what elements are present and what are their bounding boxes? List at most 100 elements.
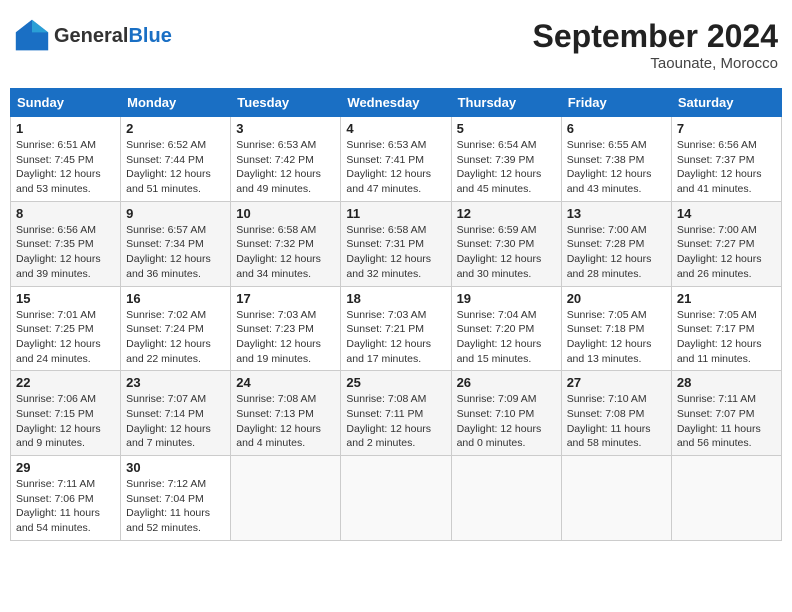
day-info: Sunrise: 6:58 AM Sunset: 7:31 PM Dayligh… (346, 223, 445, 282)
day-number: 6 (567, 121, 666, 136)
day-number: 23 (126, 375, 225, 390)
table-row: 4Sunrise: 6:53 AM Sunset: 7:41 PM Daylig… (341, 117, 451, 202)
table-row: 5 Sunrise: 6:54 AM Sunset: 7:39 PM Daylig… (451, 117, 561, 202)
day-number: 16 (126, 291, 225, 306)
table-row: 12Sunrise: 6:59 AM Sunset: 7:30 PM Dayli… (451, 201, 561, 286)
day-number: 1 (16, 121, 115, 136)
day-number: 14 (677, 206, 776, 221)
table-row: 11 Sunrise: 6:58 AM Sunset: 7:31 PM Dayli… (341, 201, 451, 286)
table-row: 22 Sunrise: 7:06 AM Sunset: 7:15 PM Dayli… (11, 371, 121, 456)
day-number: 29 (16, 460, 115, 475)
table-row: 3 Sunrise: 6:53 AM Sunset: 7:42 PM Daylig… (231, 117, 341, 202)
day-number: 5 (457, 121, 556, 136)
day-info: Sunrise: 7:01 AM Sunset: 7:25 PM Dayligh… (16, 308, 115, 367)
day-info: Sunrise: 7:00 AM Sunset: 7:28 PM Dayligh… (567, 223, 666, 282)
day-number: 15 (16, 291, 115, 306)
day-info: Sunrise: 6:54 AM Sunset: 7:39 PM Dayligh… (457, 138, 556, 197)
day-info: Sunrise: 7:03 AM Sunset: 7:23 PM Dayligh… (236, 308, 335, 367)
table-row: 30Sunrise: 7:12 AM Sunset: 7:04 PM Dayli… (121, 456, 231, 541)
table-row: 23 Sunrise: 7:07 AM Sunset: 7:14 PM Dayli… (121, 371, 231, 456)
table-row: 2 Sunrise: 6:52 AM Sunset: 7:44 PM Daylig… (121, 117, 231, 202)
calendar-header-row: Sunday Monday Tuesday Wednesday Thursday… (11, 89, 782, 117)
table-row (231, 456, 341, 541)
table-row: 8Sunrise: 6:56 AM Sunset: 7:35 PM Daylig… (11, 201, 121, 286)
day-number: 28 (677, 375, 776, 390)
logo-blue-text: Blue (128, 25, 171, 47)
table-row: 24Sunrise: 7:08 AM Sunset: 7:13 PM Dayli… (231, 371, 341, 456)
day-info: Sunrise: 7:05 AM Sunset: 7:17 PM Dayligh… (677, 308, 776, 367)
table-row: 13 Sunrise: 7:00 AM Sunset: 7:28 PM Dayli… (561, 201, 671, 286)
table-row: 26 Sunrise: 7:09 AM Sunset: 7:10 PM Dayli… (451, 371, 561, 456)
month-title: September 2024 (533, 18, 778, 55)
day-info: Sunrise: 7:08 AM Sunset: 7:13 PM Dayligh… (236, 392, 335, 451)
table-row (561, 456, 671, 541)
day-number: 18 (346, 291, 445, 306)
day-info: Sunrise: 7:04 AM Sunset: 7:20 PM Dayligh… (457, 308, 556, 367)
table-row: 14 Sunrise: 7:00 AM Sunset: 7:27 PM Dayli… (671, 201, 781, 286)
calendar-week-row: 15 Sunrise: 7:01 AM Sunset: 7:25 PM Dayli… (11, 286, 782, 371)
day-info: Sunrise: 7:11 AM Sunset: 7:07 PM Dayligh… (677, 392, 776, 451)
day-number: 27 (567, 375, 666, 390)
col-thursday: Thursday (451, 89, 561, 117)
day-number: 21 (677, 291, 776, 306)
day-number: 9 (126, 206, 225, 221)
day-number: 8 (16, 206, 115, 221)
day-number: 3 (236, 121, 335, 136)
day-number: 19 (457, 291, 556, 306)
day-number: 26 (457, 375, 556, 390)
day-info: Sunrise: 6:51 AM Sunset: 7:45 PM Dayligh… (16, 138, 115, 197)
table-row: 6Sunrise: 6:55 AM Sunset: 7:38 PM Daylig… (561, 117, 671, 202)
day-number: 10 (236, 206, 335, 221)
day-number: 13 (567, 206, 666, 221)
day-number: 7 (677, 121, 776, 136)
calendar-week-row: 22 Sunrise: 7:06 AM Sunset: 7:15 PM Dayli… (11, 371, 782, 456)
table-row: 9 Sunrise: 6:57 AM Sunset: 7:34 PM Daylig… (121, 201, 231, 286)
day-number: 17 (236, 291, 335, 306)
table-row: 21 Sunrise: 7:05 AM Sunset: 7:17 PM Dayli… (671, 286, 781, 371)
day-info: Sunrise: 6:53 AM Sunset: 7:41 PM Dayligh… (346, 138, 445, 197)
day-info: Sunrise: 7:12 AM Sunset: 7:04 PM Dayligh… (126, 477, 225, 536)
day-info: Sunrise: 7:09 AM Sunset: 7:10 PM Dayligh… (457, 392, 556, 451)
table-row (671, 456, 781, 541)
calendar-week-row: 8Sunrise: 6:56 AM Sunset: 7:35 PM Daylig… (11, 201, 782, 286)
day-number: 2 (126, 121, 225, 136)
calendar-week-row: 29 Sunrise: 7:11 AM Sunset: 7:06 PM Dayli… (11, 456, 782, 541)
col-saturday: Saturday (671, 89, 781, 117)
day-info: Sunrise: 7:02 AM Sunset: 7:24 PM Dayligh… (126, 308, 225, 367)
day-info: Sunrise: 7:07 AM Sunset: 7:14 PM Dayligh… (126, 392, 225, 451)
day-info: Sunrise: 7:05 AM Sunset: 7:18 PM Dayligh… (567, 308, 666, 367)
logo-text: GeneralBlue (54, 25, 172, 47)
table-row: 29 Sunrise: 7:11 AM Sunset: 7:06 PM Dayli… (11, 456, 121, 541)
day-info: Sunrise: 7:08 AM Sunset: 7:11 PM Dayligh… (346, 392, 445, 451)
logo-general-text: General (54, 25, 128, 47)
title-section: September 2024 Taounate, Morocco (533, 18, 778, 72)
table-row: 18 Sunrise: 7:03 AM Sunset: 7:21 PM Dayli… (341, 286, 451, 371)
day-info: Sunrise: 6:53 AM Sunset: 7:42 PM Dayligh… (236, 138, 335, 197)
day-number: 25 (346, 375, 445, 390)
day-info: Sunrise: 7:11 AM Sunset: 7:06 PM Dayligh… (16, 477, 115, 536)
day-info: Sunrise: 7:06 AM Sunset: 7:15 PM Dayligh… (16, 392, 115, 451)
day-number: 12 (457, 206, 556, 221)
col-tuesday: Tuesday (231, 89, 341, 117)
col-monday: Monday (121, 89, 231, 117)
day-number: 20 (567, 291, 666, 306)
day-number: 22 (16, 375, 115, 390)
table-row: 20 Sunrise: 7:05 AM Sunset: 7:18 PM Dayli… (561, 286, 671, 371)
table-row: 16 Sunrise: 7:02 AM Sunset: 7:24 PM Dayli… (121, 286, 231, 371)
table-row: 10Sunrise: 6:58 AM Sunset: 7:32 PM Dayli… (231, 201, 341, 286)
table-row (451, 456, 561, 541)
table-row: 17 Sunrise: 7:03 AM Sunset: 7:23 PM Dayli… (231, 286, 341, 371)
table-row: 28 Sunrise: 7:11 AM Sunset: 7:07 PM Dayli… (671, 371, 781, 456)
day-info: Sunrise: 7:03 AM Sunset: 7:21 PM Dayligh… (346, 308, 445, 367)
day-info: Sunrise: 6:52 AM Sunset: 7:44 PM Dayligh… (126, 138, 225, 197)
calendar-table: Sunday Monday Tuesday Wednesday Thursday… (10, 88, 782, 541)
table-row: 19 Sunrise: 7:04 AM Sunset: 7:20 PM Dayli… (451, 286, 561, 371)
col-sunday: Sunday (11, 89, 121, 117)
table-row (341, 456, 451, 541)
location: Taounate, Morocco (533, 55, 778, 72)
day-number: 11 (346, 206, 445, 221)
day-info: Sunrise: 6:57 AM Sunset: 7:34 PM Dayligh… (126, 223, 225, 282)
calendar-week-row: 1 Sunrise: 6:51 AM Sunset: 7:45 PM Daylig… (11, 117, 782, 202)
col-friday: Friday (561, 89, 671, 117)
day-info: Sunrise: 7:00 AM Sunset: 7:27 PM Dayligh… (677, 223, 776, 282)
